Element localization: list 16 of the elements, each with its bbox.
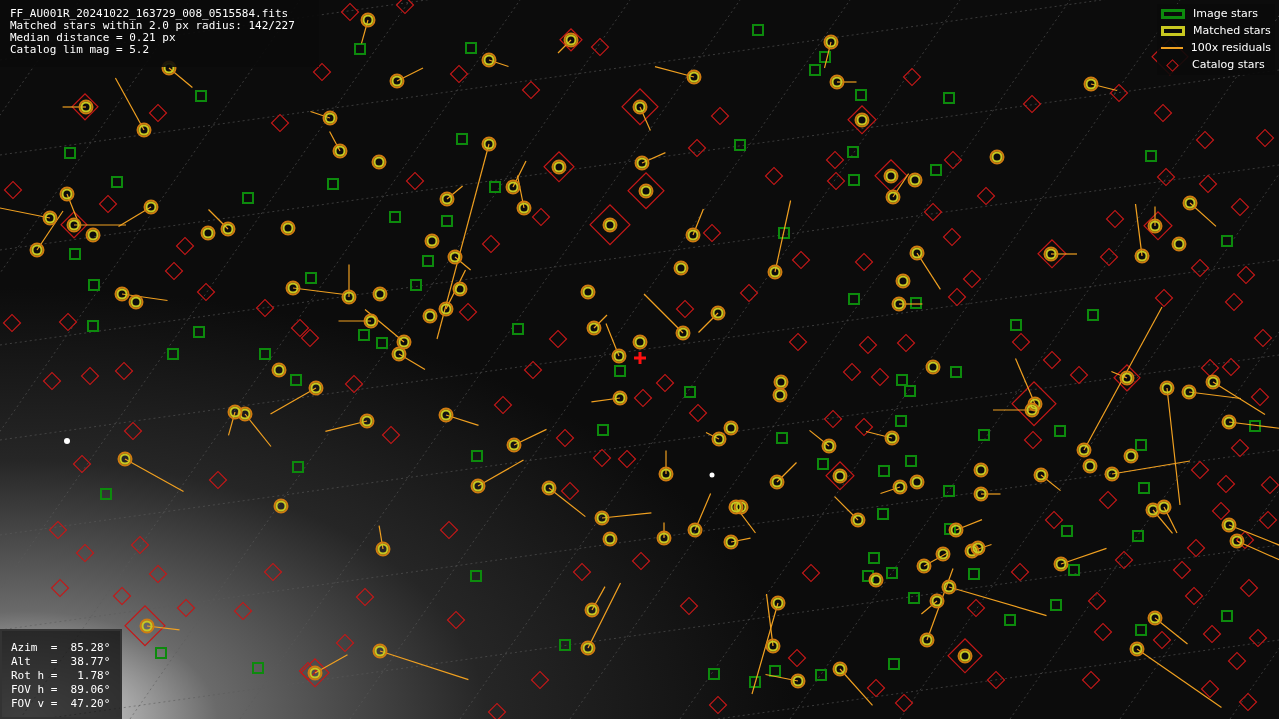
info-text: FF_AU001R_20241022_163729_008_0515584.fits: [10, 8, 290, 20]
pointing-text: Alt = 38.77°: [11, 655, 112, 669]
info-text: Catalog lim mag = 5.2: [10, 44, 151, 56]
square-marker-icon: [1161, 9, 1185, 19]
legend-label: Matched stars: [1193, 22, 1271, 39]
pointing-text: FOV v = 47.20°: [11, 697, 112, 711]
pointing-text: Azim = 85.28°: [11, 641, 112, 655]
square-marker-icon: [1161, 26, 1185, 36]
legend-label: Image stars: [1193, 5, 1258, 22]
pointing-text: Rot h = 1.78°: [11, 669, 112, 683]
pointing-text: FOV h = 89.06°: [11, 683, 112, 697]
line-marker-icon: [1161, 47, 1183, 49]
info-text: Matched stars within 2.0 px radius: 142/227: [10, 20, 296, 32]
info-text: Median distance = 0.21 px: [10, 32, 177, 44]
legend-label: Catalog stars: [1192, 56, 1265, 73]
legend-label: 100x residuals: [1190, 39, 1271, 56]
